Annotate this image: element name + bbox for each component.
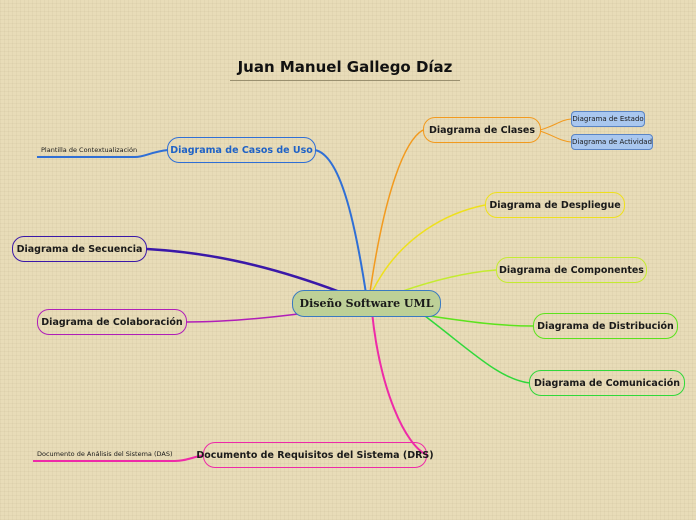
- node-casos-de-uso[interactable]: Diagrama de Casos de Uso: [167, 137, 316, 163]
- branch-despliegue: [371, 204, 486, 293]
- subnode-estado[interactable]: Diagrama de Estado: [571, 111, 645, 127]
- node-comunicacion[interactable]: Diagrama de Comunicación: [529, 370, 685, 396]
- leaf-das[interactable]: Documento de Análisis del Sistema (DAS): [37, 450, 173, 458]
- leaf-plantilla[interactable]: Plantilla de Contextualización: [41, 146, 137, 154]
- branch-componentes: [399, 269, 497, 293]
- branch-estado: [539, 118, 572, 131]
- node-colaboracion[interactable]: Diagrama de Colaboración: [37, 309, 187, 335]
- node-clases[interactable]: Diagrama de Clases: [423, 117, 541, 143]
- central-node[interactable]: Diseño Software UML: [292, 290, 441, 317]
- branch-drs: [371, 311, 428, 456]
- branch-actividad: [539, 130, 572, 143]
- node-componentes[interactable]: Diagrama de Componentes: [496, 257, 647, 283]
- node-despliegue[interactable]: Diagrama de Despliegue: [485, 192, 625, 218]
- branch-casos-uso: [314, 149, 368, 301]
- branch-secuencia: [146, 247, 341, 294]
- subnode-actividad[interactable]: Diagrama de Actividad: [571, 134, 653, 150]
- branch-clases: [369, 129, 424, 293]
- branch-distribucion: [429, 315, 534, 327]
- node-secuencia[interactable]: Diagrama de Secuencia: [12, 236, 147, 262]
- node-distribucion[interactable]: Diagrama de Distribución: [533, 313, 678, 339]
- branch-colaboracion: [186, 313, 299, 323]
- node-drs[interactable]: Documento de Requisitos del Sistema (DRS…: [196, 442, 434, 468]
- map-title: Juan Manuel Gallego Díaz: [230, 58, 460, 81]
